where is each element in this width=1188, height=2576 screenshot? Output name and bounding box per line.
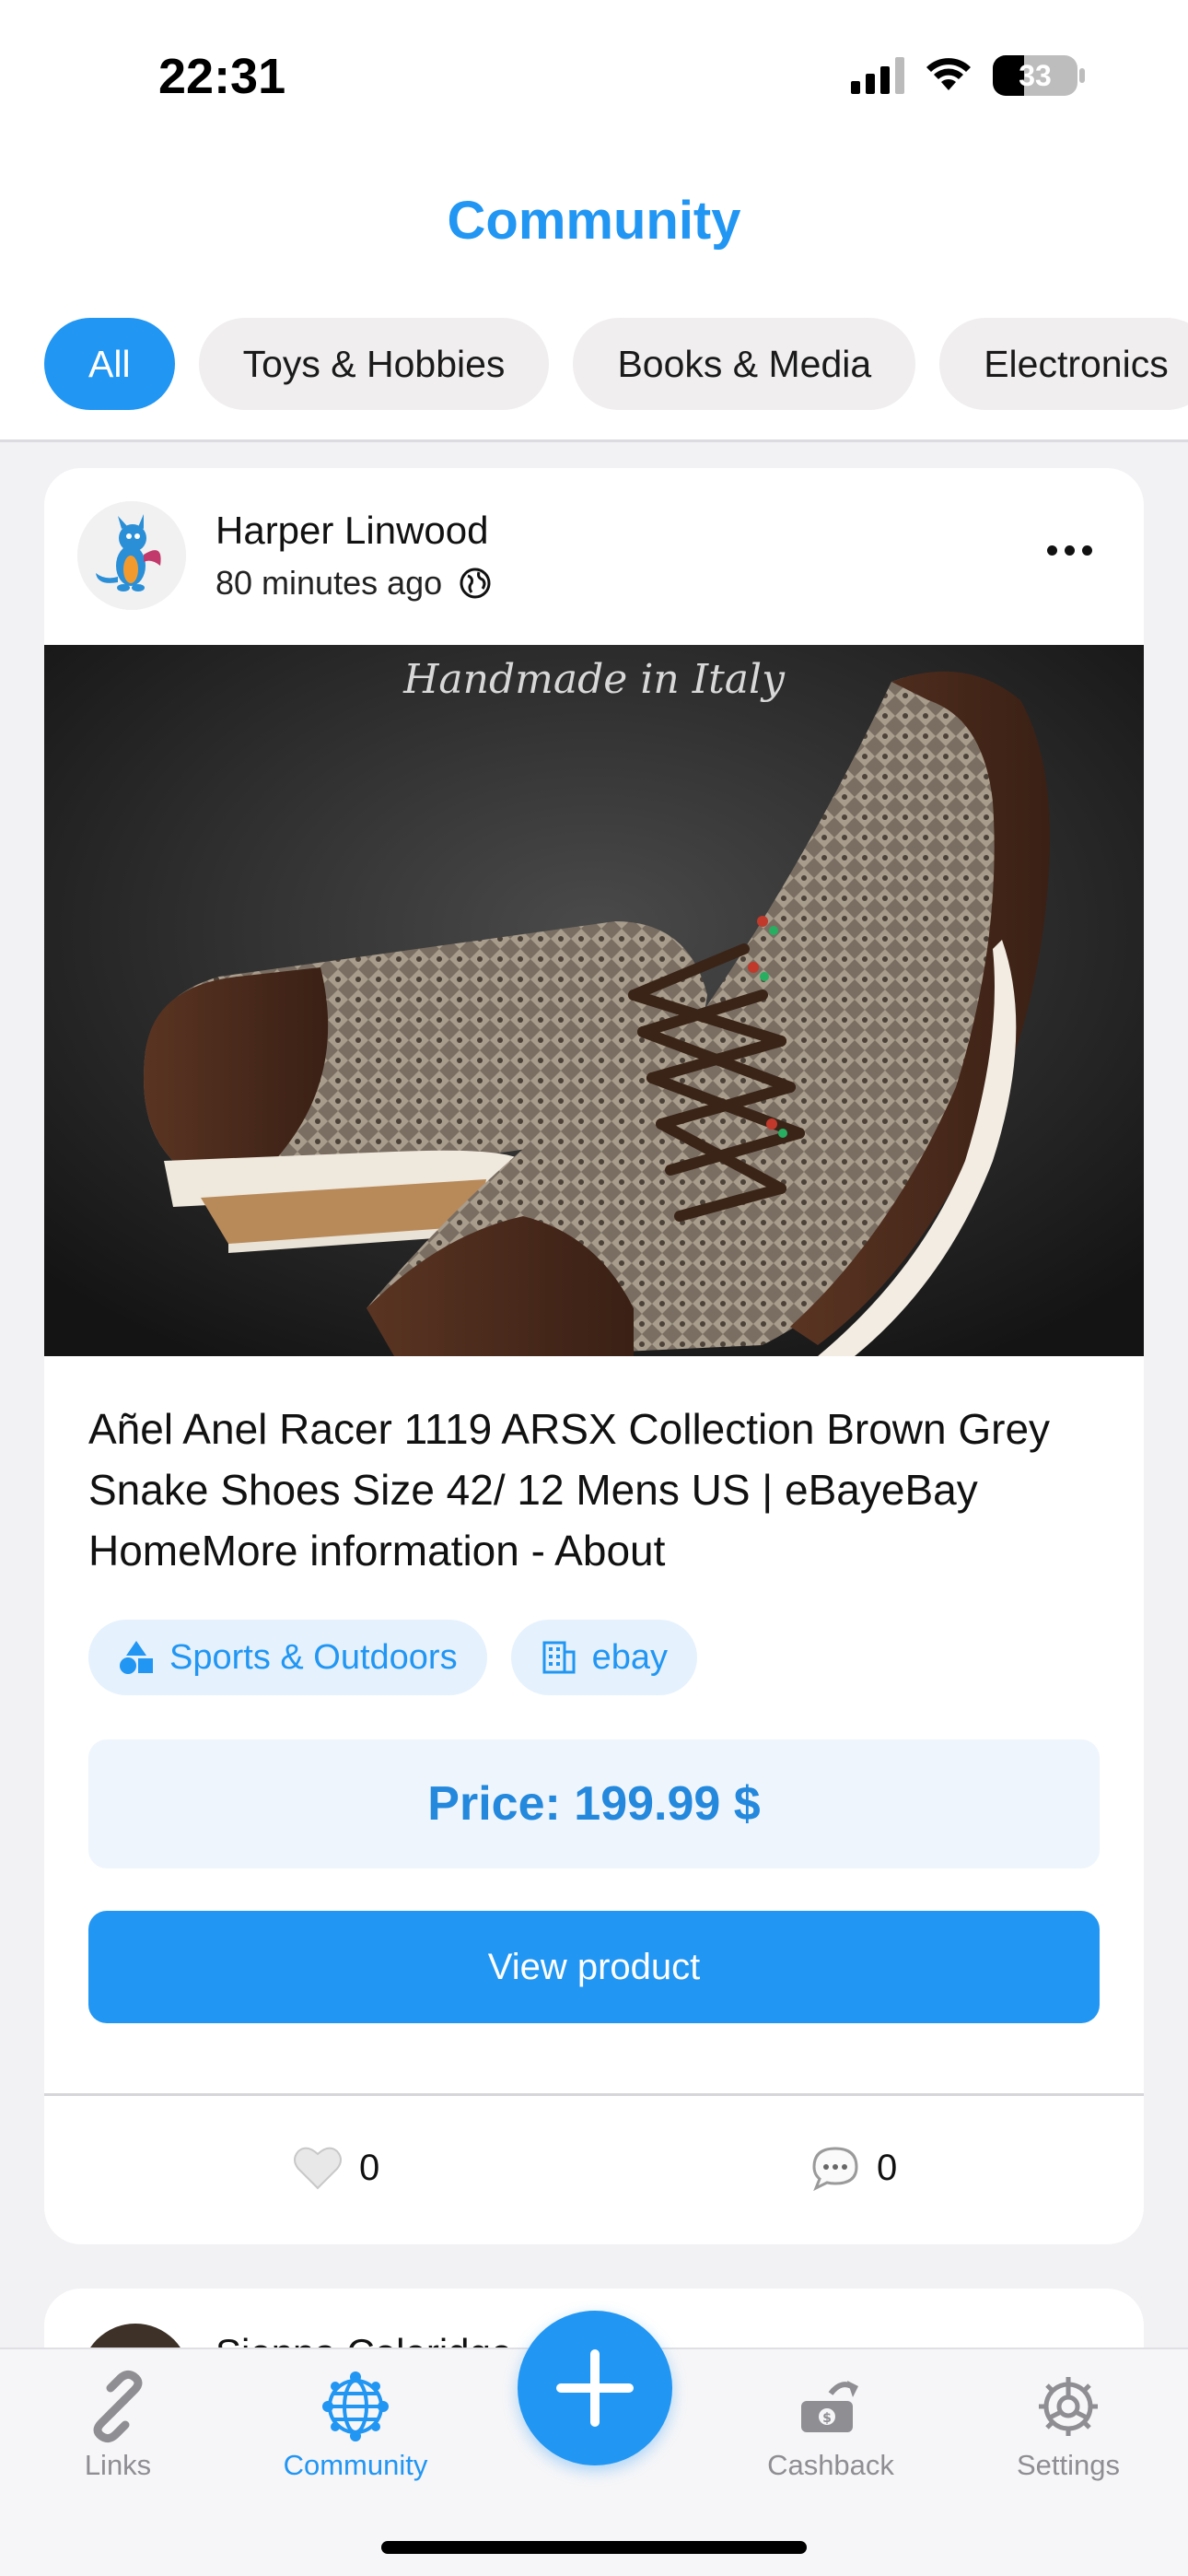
avatar[interactable] [77,501,186,610]
globe-network-icon [322,2371,389,2441]
home-indicator [381,2541,807,2554]
battery-icon: 33 [993,55,1085,96]
product-title[interactable]: Añel Anel Racer 1119 ARSX Collection Bro… [88,1399,1101,1581]
comment-button[interactable]: 0 [810,2145,897,2191]
divider [44,2093,1144,2096]
cashback-icon: $ [801,2381,858,2432]
svg-text:$: $ [822,2411,832,2426]
nav-item-settings[interactable]: Settings [976,2370,1160,2482]
header: Community All Toys & Hobbies Books & Med… [0,157,1188,442]
building-icon [542,1641,576,1674]
nav-item-community[interactable]: Community [263,2370,448,2482]
filter-chip-all[interactable]: All [44,318,175,410]
nav-item-cashback[interactable]: $ Cashback [739,2370,923,2482]
link-icon [93,2370,143,2443]
gear-icon [1039,2377,1098,2436]
like-count: 0 [359,2147,380,2188]
price-box: Price: 199.99 $ [88,1739,1100,1868]
more-options-icon[interactable] [1047,545,1092,556]
like-button[interactable]: 0 [293,2145,379,2191]
wifi-icon [925,57,973,94]
add-post-button[interactable] [518,2311,672,2465]
nav-label-settings: Settings [1016,2449,1120,2481]
page-title: Community [447,191,741,251]
status-bar: 22:31 33 [0,0,1188,157]
nav-item-links[interactable]: Links [26,2370,210,2482]
shoe-image [44,645,1144,1356]
view-product-button[interactable]: View product [88,1911,1100,2023]
heart-icon [294,2147,342,2190]
battery-level: 33 [1019,59,1052,92]
category-filter-row: All Toys & Hobbies Books & Media Electro… [44,318,1188,410]
globe-icon [460,568,491,599]
nav-label-cashback: Cashback [767,2449,894,2481]
filter-chip-electronics[interactable]: Electronics [939,318,1188,410]
plus-icon [556,2349,634,2427]
filter-chip-books-media[interactable]: Books & Media [573,318,916,410]
post-time-label: 80 minutes ago [215,564,443,602]
dragon-avatar-icon [77,501,186,610]
cellular-signal-icon [851,57,904,94]
store-tag[interactable]: ebay [510,1620,697,1695]
filter-chip-toys-hobbies[interactable]: Toys & Hobbies [198,318,550,410]
store-tag-label: ebay [591,1637,668,1677]
comment-count: 0 [877,2147,898,2188]
post-time: 80 minutes ago [215,564,492,603]
nav-label-links: Links [84,2449,152,2481]
status-time: 22:31 [158,49,286,104]
author-name[interactable]: Harper Linwood [215,509,489,553]
nav-label-community: Community [283,2449,428,2481]
category-tag[interactable]: Sports & Outdoors [88,1620,487,1695]
post-card: Harper Linwood 80 minutes ago Handmade i… [44,468,1144,2244]
shapes-icon [120,1641,153,1674]
status-icons: 33 [851,55,1085,96]
tag-row: Sports & Outdoors ebay [88,1620,697,1695]
image-caption: Handmade in Italy [403,656,785,703]
speech-bubble-icon [812,2147,858,2191]
product-image[interactable]: Handmade in Italy [44,645,1144,1356]
category-tag-label: Sports & Outdoors [169,1637,458,1677]
